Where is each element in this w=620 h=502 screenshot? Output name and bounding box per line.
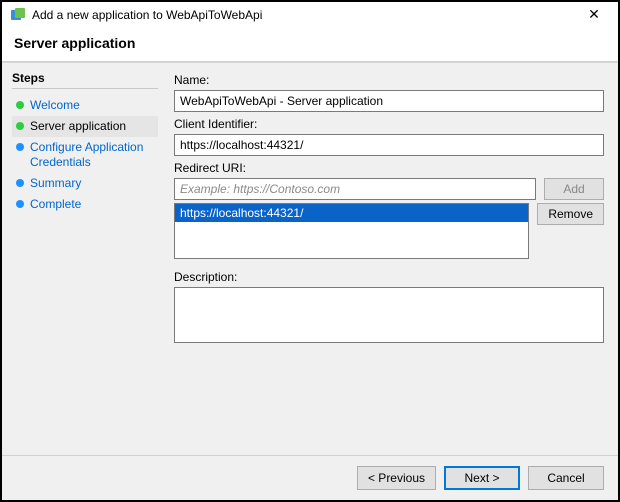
form-pane: Name: Client Identifier: Redirect URI: A…: [164, 63, 618, 455]
step-bullet-icon: [16, 101, 24, 109]
step-label: Server application: [30, 119, 126, 134]
redirect-uri-row: Add: [174, 178, 604, 200]
wizard-window: Add a new application to WebApiToWebApi …: [0, 0, 620, 502]
wizard-footer: < Previous Next > Cancel: [2, 455, 618, 500]
step-label: Welcome: [30, 98, 80, 113]
name-input[interactable]: [174, 90, 604, 112]
step-label: Configure Application Credentials: [30, 140, 154, 170]
redirect-uri-label: Redirect URI:: [174, 161, 604, 175]
wizard-body: Steps Welcome Server application Configure…: [2, 62, 618, 455]
wizard-step[interactable]: Summary: [12, 173, 158, 194]
add-button[interactable]: Add: [544, 178, 604, 200]
page-title: Server application: [2, 25, 618, 61]
titlebar: Add a new application to WebApiToWebApi …: [2, 2, 618, 25]
steps-header: Steps: [12, 71, 158, 89]
step-bullet-icon: [16, 122, 24, 130]
redirect-uri-input[interactable]: [174, 178, 536, 200]
name-label: Name:: [174, 73, 604, 87]
client-id-input[interactable]: [174, 134, 604, 156]
app-icon: [10, 7, 26, 23]
redirect-uri-item[interactable]: https://localhost:44321/: [175, 204, 528, 222]
step-label: Complete: [30, 197, 81, 212]
previous-button[interactable]: < Previous: [357, 466, 436, 490]
description-input[interactable]: [174, 287, 604, 343]
wizard-step[interactable]: Welcome: [12, 95, 158, 116]
window-title: Add a new application to WebApiToWebApi: [32, 8, 578, 22]
remove-button[interactable]: Remove: [537, 203, 604, 225]
step-bullet-icon: [16, 179, 24, 187]
cancel-button[interactable]: Cancel: [528, 466, 604, 490]
description-label: Description:: [174, 270, 604, 284]
wizard-step[interactable]: Configure Application Credentials: [12, 137, 158, 173]
redirect-uri-list[interactable]: https://localhost:44321/: [174, 203, 529, 259]
step-bullet-icon: [16, 143, 24, 151]
redirect-list-row: https://localhost:44321/ Remove: [174, 203, 604, 259]
wizard-step: Server application: [12, 116, 158, 137]
wizard-step[interactable]: Complete: [12, 194, 158, 215]
next-button[interactable]: Next >: [444, 466, 520, 490]
close-icon[interactable]: ✕: [578, 6, 610, 23]
step-label: Summary: [30, 176, 81, 191]
step-bullet-icon: [16, 200, 24, 208]
steps-pane: Steps Welcome Server application Configure…: [2, 63, 164, 455]
client-id-label: Client Identifier:: [174, 117, 604, 131]
